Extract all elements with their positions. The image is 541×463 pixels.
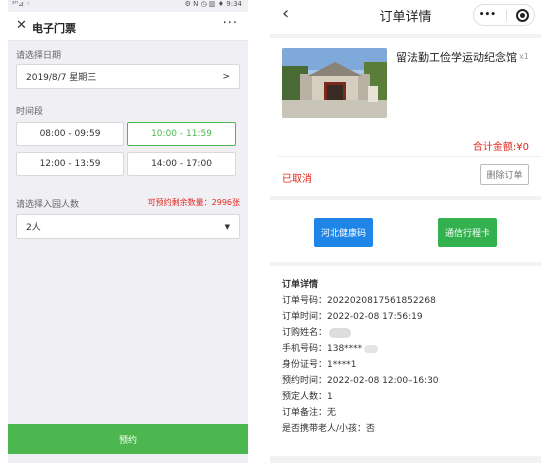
health-code-button[interactable]: 河北健康码 [314,218,373,247]
status-right: ⚙ N ◷ ▥ ♦ 9:34 [184,0,242,8]
signal-indicator: ²ᴴ⊿ ◦ [12,0,31,8]
product-image[interactable] [282,48,387,118]
divider [270,262,541,266]
title-bar: ✕ 电子门票 ··· [8,12,248,41]
order-detail-screen: ‹ 订单详情 ••• 留法勤工俭学运动纪念馆 x1 合计金额:¥0 已取消 删除… [270,0,541,463]
bottom-divider [270,456,541,463]
id-number: 身份证号：1****1 [282,360,357,370]
close-circle-icon[interactable] [516,8,530,22]
people-count: 预定人数：1 [282,392,333,402]
more-icon[interactable]: ••• [479,10,496,20]
detail-list: 订单号码：2022020817561852268 订单时间：2022-02-08… [282,293,439,437]
status-bar: ²ᴴ⊿ ◦ ⚙ N ◷ ▥ ♦ 9:34 [8,0,248,10]
slot-1200[interactable]: 12:00 - 13:59 [16,152,124,176]
order-time: 订单时间：2022-02-08 17:56:19 [282,312,423,322]
date-label: 请选择日期 [16,51,62,61]
reservation-time: 预约时间：2022-02-08 12:00–16:30 [282,376,439,386]
submit-button[interactable]: 预约 [8,424,248,454]
people-value: 2人 [26,223,41,233]
dropdown-icon: ▼ [224,222,230,231]
slot-1400[interactable]: 14:00 - 17:00 [127,152,236,176]
delete-order-button[interactable]: 删除订单 [480,164,529,185]
total-amount: 合计金额:¥0 [472,142,529,153]
order-note: 订单备注：无 [282,408,337,418]
divider [270,34,541,38]
people-label: 请选择入园人数 [16,200,80,210]
capsule-menu: ••• [473,4,535,26]
trip-card-button[interactable]: 通信行程卡 [438,218,497,247]
remaining-count: 可预约剩余数量：2996张 [147,198,240,207]
order-number: 订单号码：2022020817561852268 [282,296,436,306]
blurred-name [329,327,352,338]
divider [270,196,541,200]
nav-bar: ‹ 订单详情 ••• [270,0,541,30]
elderly-children: 是否携带老人/小孩：否 [282,424,376,434]
blurred-phone [364,344,379,353]
detail-heading: 订单详情 [282,280,319,290]
phone-number: 手机号码：138**** [282,341,439,357]
date-picker[interactable]: 2019/8/7 星期三 > [16,64,240,89]
order-name: 订购姓名： [282,325,439,341]
time-label: 时间段 [16,107,44,117]
close-icon[interactable]: ✕ [16,18,27,33]
more-icon[interactable]: ··· [223,16,238,31]
quantity: x1 [519,52,529,61]
order-status: 已取消 [282,174,312,185]
product-name: 留法勤工俭学运动纪念馆 [396,51,517,64]
chevron-right-icon: > [222,71,230,82]
slot-0800[interactable]: 08:00 - 09:59 [16,122,124,146]
people-select[interactable]: 2人 ▼ [16,214,240,239]
date-value: 2019/8/7 星期三 [26,73,97,83]
divider-line [278,156,541,157]
page-title: 电子门票 [32,22,76,35]
slot-1000-selected[interactable]: 10:00 - 11:59 [127,122,236,146]
capsule-divider [505,9,507,21]
ticket-screen: ²ᴴ⊿ ◦ ⚙ N ◷ ▥ ♦ 9:34 ✕ 电子门票 ··· 请选择日期 20… [8,0,248,463]
